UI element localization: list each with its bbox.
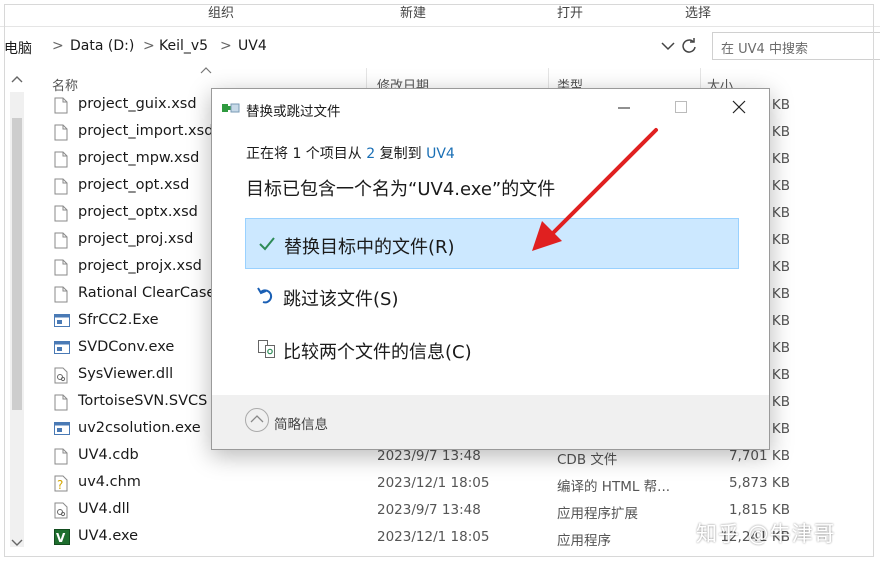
annotation-arrow bbox=[532, 128, 658, 251]
watermark: 知乎 @牛津哥 bbox=[696, 522, 836, 546]
